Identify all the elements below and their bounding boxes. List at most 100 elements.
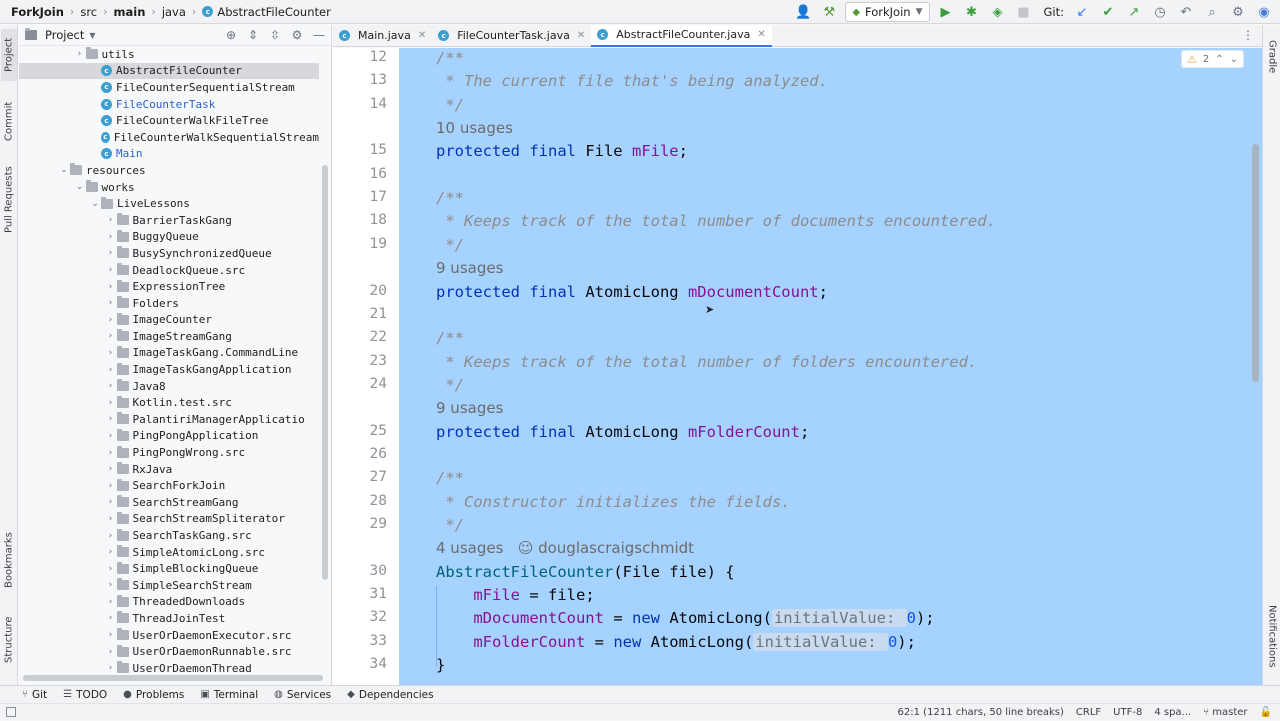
tree-item[interactable]: › BusySynchronizedQueue <box>19 245 319 262</box>
tree-item[interactable]: › PingPongApplication <box>19 428 319 445</box>
tree-item[interactable]: ⌄ resources <box>19 162 319 179</box>
tree-item[interactable]: › SearchStreamGang <box>19 494 319 511</box>
editor-tab-main[interactable]: c Main.java ✕ <box>333 25 432 47</box>
stop-icon[interactable]: ■ <box>1014 2 1034 22</box>
chevron-right-icon[interactable]: › <box>105 597 117 607</box>
tree-item[interactable]: › SimpleSearchStream <box>19 577 319 594</box>
chevron-right-icon[interactable]: › <box>105 331 117 341</box>
caret-position[interactable]: 62:1 (1211 chars, 50 line breaks) <box>898 707 1064 718</box>
tool-tab-project[interactable]: Project <box>1 29 17 81</box>
chevron-right-icon[interactable]: › <box>105 547 117 557</box>
file-encoding[interactable]: UTF-8 <box>1113 707 1142 718</box>
chevron-right-icon[interactable]: › <box>105 215 117 225</box>
chevron-right-icon[interactable]: › <box>74 49 86 59</box>
tree-item[interactable]: c FileCounterWalkFileTree <box>19 112 319 129</box>
chevron-right-icon[interactable]: › <box>105 414 117 424</box>
tree-item[interactable]: › ThreadJoinTest <box>19 610 319 627</box>
lock-icon[interactable]: 🔓 <box>1260 707 1272 718</box>
gear-icon[interactable]: ⚙ <box>1228 2 1248 22</box>
tool-tab-commit[interactable]: Commit <box>1 95 17 147</box>
tool-tab-structure[interactable]: Structure <box>1 610 17 670</box>
tool-tab-pull-requests[interactable]: Pull Requests <box>1 157 17 243</box>
chevron-right-icon[interactable]: › <box>105 663 117 673</box>
chevron-right-icon[interactable]: › <box>105 580 117 590</box>
tree-item[interactable]: › BuggyQueue <box>19 229 319 246</box>
tree-item[interactable]: › utils <box>19 46 319 63</box>
breadcrumb-src[interactable]: src <box>77 5 100 19</box>
tree-item[interactable]: › ImageTaskGang.CommandLine <box>19 345 319 362</box>
history-icon[interactable]: ◷ <box>1150 2 1170 22</box>
chevron-down-icon[interactable]: ⌄ <box>89 199 101 209</box>
chevron-right-icon[interactable]: › <box>105 514 117 524</box>
editor-tab-abstractfilecounter[interactable]: c AbstractFileCounter.java ✕ <box>591 24 772 47</box>
locate-file-icon[interactable]: ⊕ <box>223 27 239 43</box>
chevron-right-icon[interactable]: › <box>105 348 117 358</box>
run-configuration-selector[interactable]: ◆ ForkJoin ▼ <box>845 2 930 22</box>
project-scrollbar-vertical[interactable] <box>322 165 328 580</box>
chevron-down-icon[interactable]: ⌄ <box>58 165 70 175</box>
tool-dependencies[interactable]: ◆ Dependencies <box>347 689 433 701</box>
tree-item[interactable]: › SimpleBlockingQueue <box>19 560 319 577</box>
breadcrumb-project[interactable]: ForkJoin <box>8 5 67 19</box>
ide-logo-icon[interactable]: ◉ <box>1254 2 1274 22</box>
chevron-right-icon[interactable]: › <box>105 431 117 441</box>
close-icon[interactable]: ✕ <box>757 29 765 40</box>
tool-problems[interactable]: ● Problems <box>123 689 184 701</box>
tree-item[interactable]: › UserOrDaemonRunnable.src <box>19 643 319 660</box>
tree-item[interactable]: c FileCounterTask <box>19 96 319 113</box>
chevron-up-icon[interactable]: ⌃ <box>1215 54 1223 65</box>
tree-item[interactable]: › PingPongWrong.src <box>19 444 319 461</box>
inlay-usages-hint[interactable]: 10 usages <box>436 119 513 137</box>
chevron-right-icon[interactable]: › <box>105 481 117 491</box>
line-separator[interactable]: CRLF <box>1076 707 1101 718</box>
tool-services[interactable]: ◍ Services <box>274 689 331 701</box>
push-icon[interactable]: ↗ <box>1124 2 1144 22</box>
tree-item[interactable]: c FileCounterSequentialStream <box>19 79 319 96</box>
expand-all-icon[interactable]: ⇕ <box>245 27 261 43</box>
chevron-right-icon[interactable]: › <box>105 381 117 391</box>
panel-toggle-icon[interactable] <box>6 707 16 717</box>
chevron-right-icon[interactable]: › <box>105 564 117 574</box>
tree-item[interactable]: ⌄ works <box>19 179 319 196</box>
chevron-right-icon[interactable]: › <box>105 315 117 325</box>
tree-item[interactable]: c AbstractFileCounter <box>19 62 319 80</box>
chevron-down-icon[interactable]: ▼ <box>89 31 95 40</box>
rollback-icon[interactable]: ↶ <box>1176 2 1196 22</box>
tree-item[interactable]: c Main <box>19 146 319 163</box>
chevron-right-icon[interactable]: › <box>105 464 117 474</box>
build-hammer-icon[interactable]: ⚒ <box>819 2 839 22</box>
chevron-right-icon[interactable]: › <box>105 365 117 375</box>
update-project-icon[interactable]: ↙ <box>1072 2 1092 22</box>
tree-item[interactable]: ⌄ LiveLessons <box>19 195 319 212</box>
editor-scrollbar[interactable] <box>1252 144 1259 382</box>
tree-item[interactable]: › ThreadedDownloads <box>19 594 319 611</box>
tree-item[interactable]: › DeadlockQueue.src <box>19 262 319 279</box>
more-tabs-icon[interactable]: ⋮ <box>1242 28 1254 42</box>
chevron-down-icon[interactable]: ⌄ <box>1230 54 1238 65</box>
close-icon[interactable]: ✕ <box>577 30 585 41</box>
tree-item[interactable]: › UserOrDaemonExecutor.src <box>19 627 319 644</box>
tree-item[interactable]: › ImageStreamGang <box>19 328 319 345</box>
tree-item[interactable]: › ImageTaskGangApplication <box>19 361 319 378</box>
chevron-right-icon[interactable]: › <box>105 630 117 640</box>
tool-tab-bookmarks[interactable]: Bookmarks <box>1 530 17 590</box>
tool-tab-notifications[interactable]: Notifications <box>1264 593 1280 679</box>
close-icon[interactable]: ✕ <box>418 30 426 41</box>
chevron-right-icon[interactable]: › <box>105 248 117 258</box>
code-editor[interactable]: 12 13 14 15 16 17 18 19 20 21 22 23 24 25 26 27 28 29 30 31… <box>333 48 1262 685</box>
tree-item[interactable]: › ImageCounter <box>19 312 319 329</box>
tree-item[interactable]: › SimpleAtomicLong.src <box>19 544 319 561</box>
tree-item[interactable]: › Kotlin.test.src <box>19 394 319 411</box>
commit-icon[interactable]: ✔ <box>1098 2 1118 22</box>
chevron-right-icon[interactable]: › <box>105 232 117 242</box>
chevron-down-icon[interactable]: ⌄ <box>74 182 86 192</box>
inlay-usages-hint[interactable]: 9 usages <box>436 399 503 417</box>
debug-icon[interactable]: ✱ <box>962 2 982 22</box>
inlay-usages-hint[interactable]: 9 usages <box>436 259 503 277</box>
chevron-right-icon[interactable]: › <box>105 282 117 292</box>
run-icon[interactable]: ▶ <box>936 2 956 22</box>
chevron-right-icon[interactable]: › <box>105 647 117 657</box>
inlay-usages-hint[interactable]: 4 usages ☺ douglascraigschmidt <box>436 539 694 557</box>
tree-item[interactable]: › Java8 <box>19 378 319 395</box>
tree-item[interactable]: › RxJava <box>19 461 319 478</box>
